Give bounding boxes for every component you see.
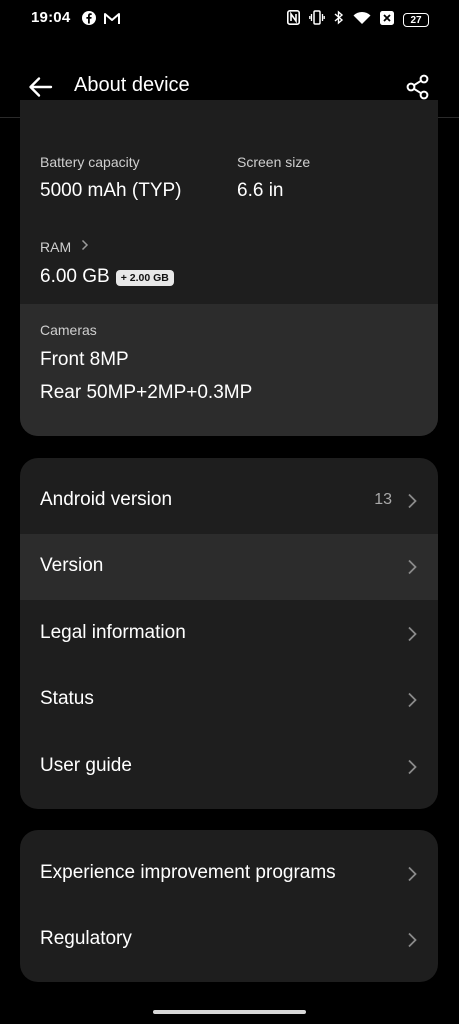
menu-item-label: Experience improvement programs: [40, 862, 336, 883]
menu-item-experience-improvement[interactable]: Experience improvement programs: [20, 841, 438, 907]
front-camera-value: Front 8MP: [40, 349, 129, 370]
wifi-icon: [353, 11, 371, 30]
menu-item-android-version[interactable]: Android version 13: [20, 468, 438, 534]
chevron-right-icon: [81, 238, 89, 256]
page-title: About device: [74, 74, 190, 96]
status-time: 19:04: [31, 9, 71, 26]
chevron-right-icon: [406, 758, 418, 776]
status-bar: 19:04 27: [0, 0, 459, 40]
back-arrow-icon[interactable]: [26, 72, 56, 102]
android-version-value: 13: [374, 491, 392, 508]
menu-item-regulatory[interactable]: Regulatory: [20, 907, 438, 973]
menu-item-label: Legal information: [40, 622, 186, 643]
chevron-right-icon: [406, 558, 418, 576]
screen-size: Screen size 6.6 in: [237, 154, 310, 202]
menu-item-label: Status: [40, 688, 94, 709]
menu-item-label: Android version: [40, 489, 173, 510]
bluetooth-icon: [334, 10, 344, 30]
no-sim-icon: [380, 10, 394, 30]
ram-extension-badge: + 2.00 GB: [115, 270, 174, 286]
ram-info[interactable]: RAM 6.00 GB + 2.00 GB: [40, 238, 174, 288]
chevron-right-icon: [406, 691, 418, 709]
battery-capacity-value: 5000 mAh (TYP): [40, 180, 182, 201]
menu-item-status[interactable]: Status: [20, 667, 438, 733]
cameras-label: Cameras: [40, 322, 97, 338]
facebook-icon: [82, 11, 96, 30]
menu-item-user-guide[interactable]: User guide: [20, 734, 438, 800]
battery-icon: 27: [403, 13, 429, 27]
nfc-icon: [287, 10, 300, 30]
device-specs-card: Battery capacity 5000 mAh (TYP) Screen s…: [20, 100, 438, 436]
menu-item-legal-information[interactable]: Legal information: [20, 601, 438, 667]
menu-item-label: Regulatory: [40, 928, 132, 949]
vibrate-icon: [309, 10, 325, 30]
chevron-right-icon: [406, 865, 418, 883]
chevron-right-icon: [406, 625, 418, 643]
menu-item-label: Version: [40, 555, 104, 576]
chevron-right-icon: [406, 931, 418, 949]
about-menu-card: Android version 13 Version Legal informa…: [20, 458, 438, 809]
screen-size-value: 6.6 in: [237, 180, 284, 201]
cameras-section: Cameras Front 8MP Rear 50MP+2MP+0.3MP: [20, 304, 438, 436]
menu-item-version[interactable]: Version: [20, 534, 438, 600]
gmail-icon: [104, 12, 120, 30]
ram-label: RAM: [40, 239, 72, 255]
chevron-right-icon: [406, 492, 418, 510]
regulatory-menu-card: Experience improvement programs Regulato…: [20, 830, 438, 982]
ram-value: 6.00 GB: [40, 266, 110, 287]
rear-camera-value: Rear 50MP+2MP+0.3MP: [40, 382, 253, 403]
battery-capacity-label: Battery capacity: [40, 154, 140, 170]
battery-capacity: Battery capacity 5000 mAh (TYP): [40, 154, 182, 202]
screen-size-label: Screen size: [237, 154, 311, 170]
menu-item-label: User guide: [40, 755, 132, 776]
gesture-nav-handle[interactable]: [153, 1010, 306, 1014]
specs-section: Battery capacity 5000 mAh (TYP) Screen s…: [20, 118, 438, 304]
share-icon[interactable]: [403, 72, 433, 102]
